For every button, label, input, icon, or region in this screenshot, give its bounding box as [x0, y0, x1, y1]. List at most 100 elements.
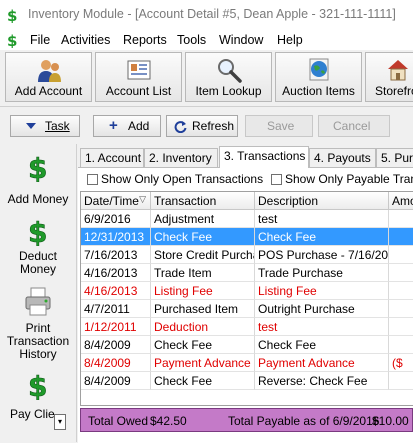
table-row[interactable]: 8/4/2009 Check Fee Check Fee	[81, 336, 413, 354]
tab-inventory[interactable]: 2. Inventory	[144, 148, 218, 168]
account-list-label: Account List	[105, 84, 172, 98]
cell-description: Payment Advance	[255, 354, 389, 372]
cell-transaction: Check Fee	[151, 228, 255, 246]
refresh-label: Refresh	[192, 119, 235, 133]
show-open-only-label: Show Only Open Transactions	[101, 172, 264, 186]
tab-account-label: 1. Account	[85, 151, 142, 165]
printer-icon	[25, 287, 51, 316]
main-toolbar: Add Account Account List Item Lookup Auc…	[0, 50, 413, 107]
sidebar: $ Add Money $ Deduct Money Print Transac…	[0, 144, 77, 442]
cell-amount	[389, 318, 413, 336]
add-money-label: Add Money	[7, 192, 69, 206]
svg-text:$: $	[7, 7, 17, 23]
cell-description: Check Fee	[255, 228, 389, 246]
cell-transaction: Listing Fee	[151, 282, 255, 300]
cancel-button[interactable]: Cancel	[318, 115, 390, 137]
show-open-only-checkbox[interactable]	[87, 174, 98, 185]
cell-amount	[389, 372, 413, 390]
tab-transactions[interactable]: 3. Transactions	[219, 146, 309, 168]
cell-date: 4/16/2013	[81, 282, 151, 300]
cell-amount	[389, 264, 413, 282]
cell-description: test	[255, 318, 389, 336]
save-button[interactable]: Save	[245, 115, 313, 137]
cell-date: 1/12/2011	[81, 318, 151, 336]
table-row[interactable]: 7/16/2013Store Credit PurchasePOS Purcha…	[81, 246, 413, 264]
column-date-label: Date/Time	[84, 194, 139, 208]
tab-payouts-label: 4. Payouts	[314, 151, 371, 165]
cell-date: 8/4/2009	[81, 372, 151, 390]
dollar-icon: $	[28, 216, 48, 246]
total-payable-label: Total Payable as of 6/9/2016	[228, 414, 380, 428]
menu-tools[interactable]: Tools	[177, 33, 206, 47]
svg-text:$: $	[7, 32, 17, 48]
column-header-date[interactable]: Date/Time ▽	[81, 192, 151, 210]
print-transaction-history-button[interactable]: Print Transaction History	[0, 286, 76, 364]
column-header-transaction[interactable]: Transaction	[151, 192, 255, 210]
account-list-button[interactable]: Account List	[95, 52, 182, 102]
table-row[interactable]: 1/12/2011 Deduction test	[81, 318, 413, 336]
tab-purchases-label: 5. Pur	[381, 151, 413, 165]
tab-account[interactable]: 1. Account	[80, 148, 144, 168]
add-button[interactable]: + Add	[93, 115, 161, 137]
total-owed-value: $42.50	[150, 414, 187, 428]
cell-transaction: Trade Item	[151, 264, 255, 282]
add-account-label: Add Account	[14, 84, 83, 98]
table-row[interactable]: 8/4/2009 Payment Advance Payment Advance ($	[81, 354, 413, 372]
column-amount-label: Amou	[392, 194, 413, 208]
show-payable-only-checkbox[interactable]	[271, 174, 282, 185]
menu-help[interactable]: Help	[277, 33, 303, 47]
cell-transaction: Check Fee	[151, 336, 255, 354]
title-bar: $ Inventory Module - [Account Detail #5,…	[0, 0, 413, 30]
plus-icon: +	[109, 117, 118, 134]
sort-desc-icon: ▽	[139, 194, 146, 204]
storefront-icon	[388, 60, 408, 81]
table-row[interactable]: 4/16/2013 Trade Item Trade Purchase	[81, 264, 413, 282]
app-dollar-icon[interactable]: $	[6, 32, 22, 48]
tab-transactions-label: 3. Transactions	[224, 149, 306, 163]
pay-client-label: Pay Clie	[10, 407, 55, 421]
account-list-icon	[127, 60, 150, 80]
cancel-label: Cancel	[333, 119, 371, 133]
cell-amount: ($	[389, 354, 413, 372]
refresh-button[interactable]: Refresh	[166, 115, 238, 137]
svg-text:$: $	[28, 370, 47, 400]
storefront-button[interactable]: Storefron	[365, 52, 413, 102]
save-label: Save	[267, 119, 295, 133]
sidebar-scroll-down-button[interactable]: ▾	[54, 414, 66, 430]
add-account-button[interactable]: Add Account	[5, 52, 92, 102]
cell-amount	[389, 210, 413, 228]
transactions-panel: Show Only Open Transactions Show Only Pa…	[78, 167, 413, 443]
auction-items-button[interactable]: Auction Items	[275, 52, 362, 102]
refresh-icon	[174, 121, 187, 133]
column-header-amount[interactable]: Amou	[389, 192, 413, 210]
tab-payouts[interactable]: 4. Payouts	[309, 148, 376, 168]
table-row[interactable]: 8/4/2009 Check Fee Reverse: Check Fee	[81, 372, 413, 390]
table-row[interactable]: 4/7/2011 Purchased Item Outright Purchase	[81, 300, 413, 318]
menu-file[interactable]: File	[30, 33, 50, 47]
column-header-description[interactable]: Description	[255, 192, 389, 210]
table-row[interactable]: 6/9/2016 Adjustment test	[81, 210, 413, 228]
deduct-money-button[interactable]: $ Deduct Money	[0, 216, 76, 282]
table-row[interactable]: 4/16/2013 Listing Fee Listing Fee	[81, 282, 413, 300]
cell-amount	[389, 300, 413, 318]
window-title: Inventory Module - [Account Detail #5, D…	[28, 7, 396, 21]
cell-amount	[389, 282, 413, 300]
add-label: Add	[128, 119, 150, 133]
chevron-down-icon	[26, 123, 36, 129]
magnifier-icon	[217, 59, 242, 83]
person-add-icon	[37, 60, 61, 82]
item-lookup-button[interactable]: Item Lookup	[185, 52, 272, 102]
menu-window[interactable]: Window	[219, 33, 263, 47]
add-money-button[interactable]: $ Add Money	[0, 152, 76, 208]
menu-activities[interactable]: Activities	[61, 33, 110, 47]
menu-reports[interactable]: Reports	[123, 33, 167, 47]
totals-bar: Total Owed $42.50 Total Payable as of 6/…	[80, 408, 413, 432]
task-dropdown-button[interactable]: Task	[10, 115, 80, 137]
cell-description: Listing Fee	[255, 282, 389, 300]
tab-purchases[interactable]: 5. Pur	[376, 148, 413, 168]
column-transaction-label: Transaction	[154, 194, 217, 208]
table-row[interactable]: 12/31/2013 Check Fee Check Fee	[81, 228, 413, 246]
task-label: Task	[45, 119, 70, 133]
menu-bar: $ File Activities Reports Tools Window H…	[0, 30, 413, 50]
transactions-grid: Date/Time ▽ Transaction Description Amou…	[80, 191, 413, 406]
